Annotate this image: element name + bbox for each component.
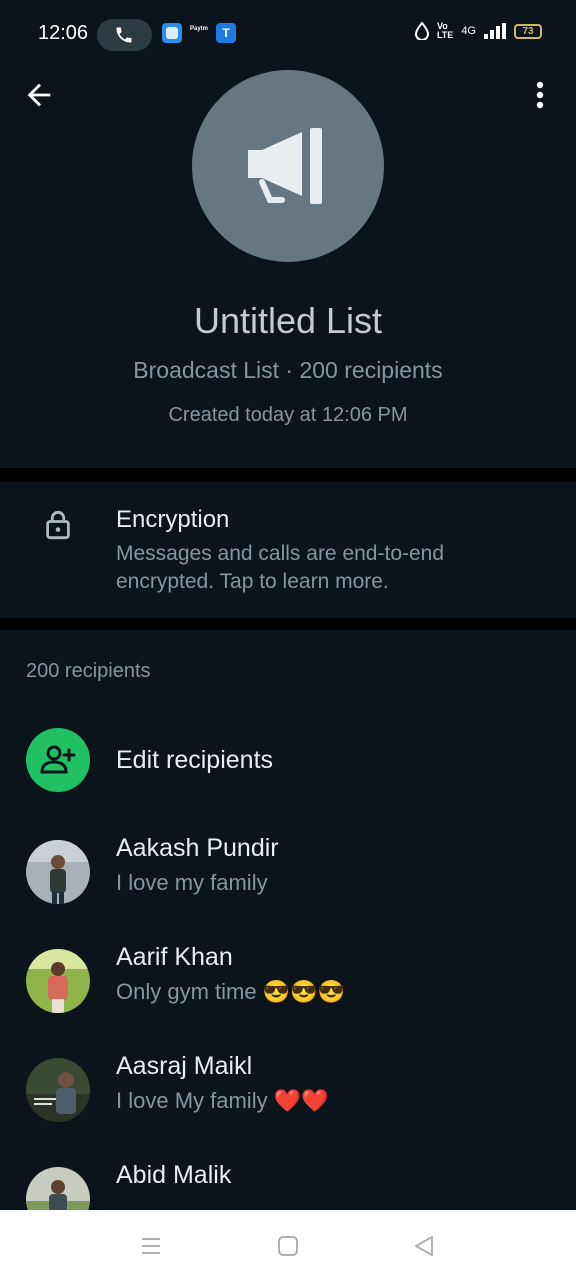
avatar: [26, 1058, 90, 1122]
ongoing-call-pill[interactable]: [97, 19, 152, 51]
avatar: [26, 949, 90, 1013]
phone-icon: [116, 27, 132, 43]
avatar: [26, 1167, 90, 1210]
encryption-description: Messages and calls are end-to-end encryp…: [116, 542, 445, 593]
battery-icon: 73: [514, 23, 542, 39]
add-person-icon: [40, 745, 76, 774]
contact-status: I love my family: [116, 870, 268, 895]
home-button[interactable]: [276, 1234, 300, 1258]
section-divider: [0, 618, 576, 630]
network-label: 4G: [461, 25, 476, 37]
system-navigation-bar: [0, 1210, 576, 1280]
menu-lines-icon: [142, 1238, 160, 1254]
encryption-row[interactable]: Encryption Messages and calls are end-to…: [0, 482, 576, 618]
broadcast-subtitle: Broadcast List · 200 recipients: [133, 357, 443, 383]
system-back-button[interactable]: [412, 1234, 436, 1258]
paytm-business-icon: Paytm: [189, 26, 208, 32]
list-item[interactable]: Aarif Khan Only gym time 😎😎😎: [0, 937, 576, 1027]
broadcast-avatar[interactable]: [192, 70, 384, 262]
contact-name: Aakash Pundir: [116, 834, 279, 862]
created-timestamp: Created today at 12:06 PM: [168, 404, 408, 426]
more-options-button[interactable]: [530, 78, 550, 112]
t-app-icon: T: [216, 23, 236, 43]
contact-status: I love My family ❤️❤️: [116, 1088, 329, 1113]
list-item[interactable]: Aakash Pundir I love my family: [0, 828, 576, 918]
square-icon: [278, 1236, 298, 1256]
list-item[interactable]: Abid Malik: [0, 1155, 576, 1210]
contact-name: Aasraj Maikl: [116, 1052, 253, 1080]
section-divider: [0, 468, 576, 482]
avatar: [26, 840, 90, 904]
contact-name: Aarif Khan: [116, 943, 233, 971]
encryption-title: Encryption: [116, 506, 230, 533]
more-vert-icon: [536, 81, 544, 109]
edit-recipients-label: Edit recipients: [116, 746, 274, 774]
list-item[interactable]: Aasraj Maikl I love My family ❤️❤️: [0, 1046, 576, 1136]
recipients-count: 200 recipients: [26, 660, 151, 682]
triangle-back-icon: [415, 1236, 433, 1256]
back-button[interactable]: [22, 78, 56, 112]
signal-icon: [484, 23, 506, 39]
volte-icon: Vo LTE: [436, 21, 454, 40]
recents-button[interactable]: [139, 1234, 163, 1258]
lock-icon: [46, 510, 70, 540]
broadcast-title: Untitled List: [193, 300, 383, 341]
megaphone-icon: [248, 128, 322, 204]
data-saver-icon: [414, 22, 429, 40]
edit-recipients-button[interactable]: Edit recipients: [0, 726, 576, 798]
messenger-icon: [162, 23, 182, 43]
recipients-section: 200 recipients Edit recipients Aakash Pu…: [0, 630, 576, 1210]
status-bar: 12:06 Paytm T Vo LTE 4G 73: [0, 0, 576, 52]
arrow-left-icon: [27, 83, 51, 107]
edit-recipients-avatar: [26, 728, 90, 792]
notification-icons: Paytm T: [162, 23, 236, 43]
status-time: 12:06: [38, 22, 89, 44]
broadcast-header: Untitled List Broadcast List · 200 recip…: [0, 52, 576, 468]
contact-name: Abid Malik: [116, 1161, 232, 1189]
system-icons: Vo LTE 4G 73: [414, 21, 542, 40]
contact-status: Only gym time 😎😎😎: [116, 979, 345, 1004]
